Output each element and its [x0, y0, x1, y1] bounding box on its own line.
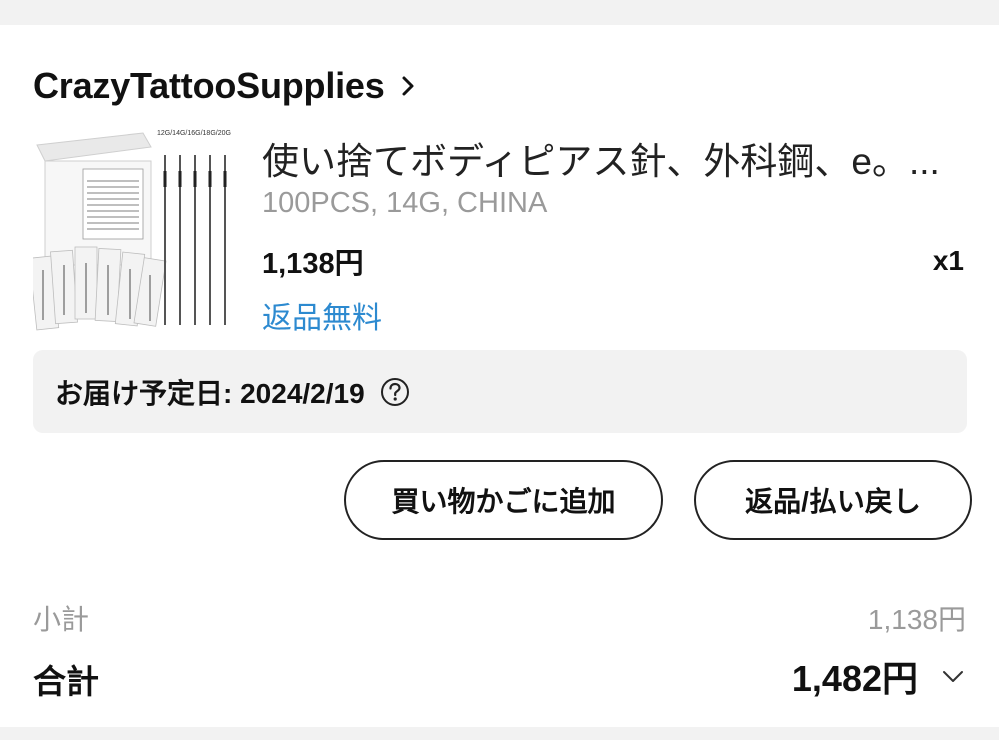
product-quantity: x1 — [932, 245, 964, 276]
chevron-right-icon — [402, 76, 414, 96]
delivery-estimate: お届け予定日: 2024/2/19 — [33, 350, 967, 433]
subtotal-label: 小計 — [33, 604, 90, 635]
store-name: CrazyTattooSupplies — [33, 65, 385, 106]
subtotal-value: 1,138円 — [867, 604, 966, 635]
return-refund-button[interactable]: 返品/払い戻し — [694, 460, 972, 540]
chevron-down-icon — [943, 671, 963, 682]
total-label: 合計 — [33, 663, 99, 700]
total-value: 1,482円 — [791, 658, 918, 699]
thumbnail-gauge-label: 12G/14G/16G/18G/20G — [157, 130, 231, 137]
delivery-date-label: お届け予定日: 2024/2/19 — [55, 377, 365, 409]
add-to-cart-button[interactable]: 買い物かごに追加 — [344, 460, 663, 540]
product-thumbnail[interactable]: 12G/14G/16G/18G/20G — [33, 125, 238, 332]
product-title[interactable]: 使い捨てボディピアス針、外科鋼、e。... — [262, 131, 962, 185]
store-link[interactable]: CrazyTattooSupplies — [33, 61, 419, 111]
question-circle-icon[interactable] — [379, 376, 411, 408]
product-price: 1,138円 — [262, 248, 364, 280]
free-return-label: 返品無料 — [262, 302, 382, 335]
product-variant: 100PCS, 14G, CHINA — [262, 187, 548, 219]
total-expand-toggle[interactable]: 1,482円 — [792, 651, 966, 701]
order-item-card: CrazyTattooSupplies 12G/14G/16G/18G/20G … — [0, 25, 999, 727]
